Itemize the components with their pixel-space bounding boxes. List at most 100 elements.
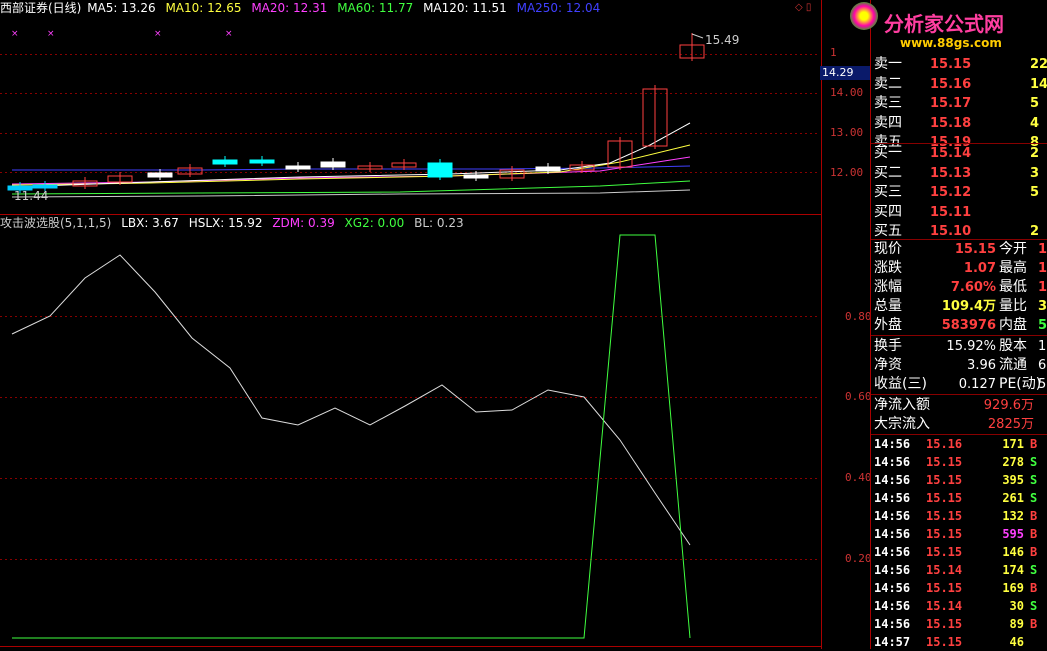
stats-label: 换手 xyxy=(874,338,902,354)
tick-row[interactable]: 14:56 15.14 174 S xyxy=(870,561,1047,579)
tick-row[interactable]: 14:56 15.15 595 B xyxy=(870,525,1047,543)
chart-area[interactable]: × × × × 西部证券(日线) MA5: 13.26 MA10: 12.65 MA2… xyxy=(0,0,822,649)
buy-level-label: 买二 xyxy=(874,164,902,181)
candle xyxy=(285,165,311,170)
quote-label: 今开 xyxy=(999,241,1027,257)
tick-price: 15.15 xyxy=(926,509,963,523)
tick-time: 14:56 xyxy=(874,581,911,595)
sell-level-price: 15.17 xyxy=(930,96,972,111)
sell-level-row[interactable]: 卖三 15.17 5 xyxy=(870,94,1047,113)
tick-price: 15.15 xyxy=(926,527,963,541)
hslx-label: HSLX: 15.92 xyxy=(188,216,263,230)
quote-row[interactable]: 现价 15.15今开 14. xyxy=(870,240,1047,259)
flower-icon xyxy=(850,2,878,30)
stats-label: 净资 xyxy=(874,357,902,373)
buy-level-volume: 3 xyxy=(1030,165,1040,181)
sell-level-volume: 22 xyxy=(1030,57,1047,72)
ma5-label: MA5: 13.26 xyxy=(87,1,156,15)
price-panel-header: 西部证券(日线) MA5: 13.26 MA10: 12.65 MA20: 12… xyxy=(0,1,600,15)
tick-row[interactable]: 14:57 15.15 46 xyxy=(870,633,1047,651)
buy-level-row[interactable]: 买三 15.12 5 xyxy=(870,183,1047,202)
tick-price: 15.15 xyxy=(926,635,963,649)
tick-row[interactable]: 14:56 15.15 146 B xyxy=(870,543,1047,561)
tick-volume: 46 xyxy=(1009,635,1024,649)
quote-value: 14. xyxy=(1038,280,1047,295)
tick-side: B xyxy=(1030,545,1038,559)
stats-value: 15.92% xyxy=(946,339,996,354)
quote-label: 量比 xyxy=(999,298,1027,314)
quote-row[interactable]: 涨幅 7.60%最低 14. xyxy=(870,278,1047,297)
tick-row[interactable]: 14:56 15.15 261 S xyxy=(870,489,1047,507)
tick-volume: 146 xyxy=(1002,545,1024,559)
sell-level-label: 卖三 xyxy=(874,95,902,111)
panel-divider xyxy=(870,394,1047,395)
sell-level-volume: 4 xyxy=(1030,115,1040,131)
indicator-axis-tick: 0.40 xyxy=(845,471,872,484)
tick-volume: 261 xyxy=(1002,491,1024,505)
tick-time: 14:56 xyxy=(874,455,911,469)
tick-price: 15.15 xyxy=(926,617,963,631)
price-axis-tick: 12.00 xyxy=(830,166,864,179)
stats-row[interactable]: 换手 15.92%股本 12.0 xyxy=(870,337,1047,356)
chart-canvas[interactable]: × × × × xyxy=(0,0,822,649)
indicator-line-xg2 xyxy=(12,234,691,639)
buy-level-row[interactable]: 买四 15.11 xyxy=(870,203,1047,222)
window-control-icon[interactable]: ◇ ▯ xyxy=(795,2,811,13)
stats-row[interactable]: 净资 3.96流通 6.88 xyxy=(870,356,1047,375)
stats-row[interactable]: 收益(三)0.127PE(动)59 xyxy=(870,375,1047,394)
candle xyxy=(463,174,489,179)
buy-level-row[interactable]: 买一 15.14 2 xyxy=(870,144,1047,163)
tick-side: S xyxy=(1030,491,1038,505)
sell-level-price: 15.15 xyxy=(930,57,972,72)
tick-row[interactable]: 14:56 15.15 132 B xyxy=(870,507,1047,525)
candle xyxy=(535,166,561,172)
quote-value: 3. xyxy=(1038,299,1047,314)
buy-level-label: 买一 xyxy=(874,145,902,161)
tick-volume: 174 xyxy=(1002,563,1024,577)
tick-time: 14:56 xyxy=(874,617,911,631)
tick-row[interactable]: 14:56 15.15 278 S xyxy=(870,453,1047,471)
tick-price: 15.14 xyxy=(926,563,963,577)
sell-level-row[interactable]: 卖一 15.15 22 xyxy=(870,55,1047,74)
buy-level-label: 买四 xyxy=(874,203,902,220)
tick-row[interactable]: 14:56 15.15 89 B xyxy=(870,615,1047,633)
tick-side: B xyxy=(1030,509,1038,523)
lbx-label: LBX: 3.67 xyxy=(121,216,179,230)
flow-row[interactable]: 净流入额 929.6万 xyxy=(870,396,1047,415)
flow-row[interactable]: 大宗流入 2825万 xyxy=(870,415,1047,434)
tick-volume: 395 xyxy=(1002,473,1024,487)
sell-level-row[interactable]: 卖二 15.16 14 xyxy=(870,75,1047,94)
stats-value: 0.127 xyxy=(958,377,996,392)
quote-row[interactable]: 外盘 583976内盘 5104 xyxy=(870,316,1047,335)
price-axis-tick: 13.00 xyxy=(830,126,864,139)
tick-side: S xyxy=(1030,473,1038,487)
sell-level-label: 卖二 xyxy=(874,75,902,92)
ma120-label: MA120: 11.51 xyxy=(423,1,507,15)
buy-level-label: 买三 xyxy=(874,184,902,200)
tick-row[interactable]: 14:56 15.15 395 S xyxy=(870,471,1047,489)
quote-row[interactable]: 总量 109.4万量比 3. xyxy=(870,297,1047,316)
quote-label: 涨幅 xyxy=(874,279,902,295)
buy-level-row[interactable]: 买二 15.13 3 xyxy=(870,164,1047,183)
sell-level-label: 卖四 xyxy=(874,114,902,131)
quote-row[interactable]: 涨跌 1.07最高 15. xyxy=(870,259,1047,278)
sell-level-volume: 5 xyxy=(1030,96,1040,111)
sell-level-row[interactable]: 卖四 15.18 4 xyxy=(870,114,1047,133)
tick-row[interactable]: 14:56 15.15 169 B xyxy=(870,579,1047,597)
buy-level-volume: 5 xyxy=(1030,185,1040,200)
xg2-label: XG2: 0.00 xyxy=(344,216,405,230)
quote-value: 583976 xyxy=(941,318,996,333)
buy-level-volume: 2 xyxy=(1030,146,1040,161)
ma250-label: MA250: 12.04 xyxy=(516,1,601,15)
tick-volume: 132 xyxy=(1002,509,1024,523)
tick-row[interactable]: 14:56 15.16 171 B xyxy=(870,435,1047,453)
stats-label: 股本 xyxy=(999,338,1027,354)
site-logo: 分析家公式网 www.88gs.com xyxy=(840,0,1047,54)
tick-time: 14:56 xyxy=(874,599,911,613)
current-price-box: 14.29 xyxy=(820,66,870,80)
logo-title: 分析家公式网 xyxy=(884,12,1004,36)
tick-price: 15.15 xyxy=(926,545,963,559)
tick-row[interactable]: 14:56 15.14 30 S xyxy=(870,597,1047,615)
indicator-panel-header: 攻击波选股(5,1,1,5) LBX: 3.67 HSLX: 15.92 ZDM… xyxy=(0,216,464,230)
tick-price: 15.15 xyxy=(926,491,963,505)
